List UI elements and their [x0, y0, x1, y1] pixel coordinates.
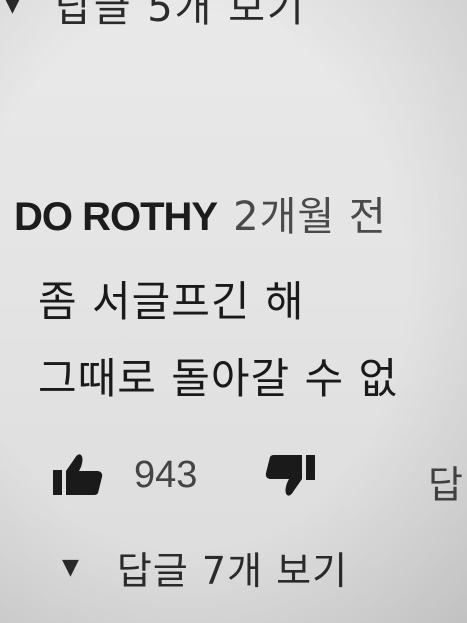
view-replies-label: 답글 5개 보기 — [54, 0, 306, 31]
comment-author[interactable]: DO ROTHY — [14, 195, 218, 240]
thumbs-down-icon[interactable] — [262, 454, 316, 498]
comment-text-line: 그때로 돌아갈 수 없 — [38, 354, 399, 403]
comment-text-line: 좀 서글프긴 해 — [38, 277, 305, 326]
caret-down-icon: ▼ — [4, 0, 21, 17]
thumbs-up-icon[interactable] — [52, 452, 104, 496]
comment-header: DO ROTHY 2개월 전 — [14, 184, 387, 242]
screen: ▼ 답글 5개 보기 DO ROTHY 2개월 전 좀 서글프긴 해 그때로 돌… — [0, 0, 467, 623]
comment-timestamp[interactable]: 2개월 전 — [233, 184, 387, 242]
reply-button[interactable]: 답 — [428, 454, 463, 509]
view-replies-button[interactable]: ▼ 답글 7개 보기 — [62, 540, 348, 595]
like-count: 943 — [134, 454, 198, 496]
view-replies-label: 답글 7개 보기 — [116, 549, 349, 593]
previous-view-replies-button[interactable]: ▼ 답글 5개 보기 — [0, 0, 306, 31]
caret-down-icon: ▼ — [62, 555, 79, 580]
